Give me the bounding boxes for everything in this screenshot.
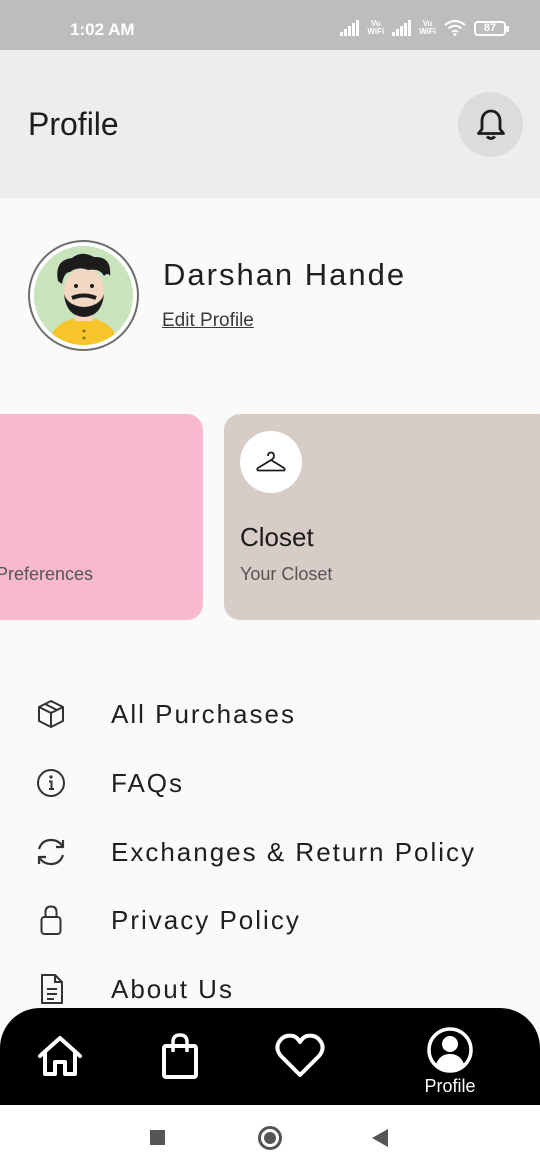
heart-icon [275, 1033, 325, 1077]
card-subtitle: Your Closet [240, 564, 333, 584]
nav-home-button[interactable] [34, 1030, 86, 1082]
menu-label: About Us [111, 973, 234, 1004]
avatar[interactable] [28, 240, 139, 351]
system-home-icon[interactable] [258, 1126, 282, 1150]
wifi-icon [444, 20, 466, 36]
battery-icon: 87 [474, 20, 509, 36]
notifications-button[interactable] [458, 92, 523, 157]
vowifi-label-2: Vo WiFi [419, 19, 436, 36]
avatar-illustration [34, 246, 133, 345]
status-time: 1:02 AM [70, 20, 135, 39]
box-icon [33, 696, 69, 732]
closet-icon-circle [240, 431, 302, 493]
shopping-bag-icon [162, 1033, 198, 1079]
system-back-icon[interactable] [372, 1129, 388, 1147]
menu-item-faqs[interactable]: FAQs [0, 755, 540, 811]
menu-label: FAQs [111, 767, 185, 798]
menu-item-all-purchases[interactable]: All Purchases [0, 686, 540, 742]
menu-label: All Purchases [111, 698, 296, 729]
menu-label: Exchanges & Return Policy [111, 836, 477, 867]
system-nav-bar [0, 1105, 540, 1170]
profile-icon [427, 1026, 473, 1073]
user-name: Darshan Hande [163, 257, 407, 292]
document-icon [33, 971, 69, 1007]
lock-icon [33, 902, 69, 938]
status-bar: 1:02 AM Vo WiFi Vo WiFi 87 [0, 0, 540, 50]
signal-icon [340, 20, 360, 36]
card-title: Closet [240, 522, 314, 552]
hanger-icon [256, 451, 286, 472]
bottom-nav: Profile [0, 1008, 540, 1106]
bell-icon [476, 109, 505, 140]
nav-wishlist-button[interactable] [273, 1030, 327, 1082]
nav-profile-button[interactable]: Profile [412, 1022, 488, 1100]
closet-card[interactable]: Closet Your Closet [224, 414, 540, 620]
menu-item-exchanges[interactable]: Exchanges & Return Policy [0, 824, 540, 880]
refresh-icon [33, 834, 69, 870]
menu-item-privacy-policy[interactable]: Privacy Policy [0, 892, 540, 948]
vowifi-label: Vo WiFi [367, 19, 385, 36]
nav-shop-button[interactable] [154, 1028, 206, 1084]
nav-profile-label: Profile [424, 1075, 476, 1096]
header: Profile [0, 50, 540, 198]
home-icon [38, 1036, 82, 1076]
signal-icon-2 [392, 20, 412, 36]
menu-label: Privacy Policy [111, 904, 301, 935]
card-subtitle: Preferences [0, 564, 94, 584]
info-icon [33, 765, 69, 801]
edit-profile-link[interactable]: Edit Profile [162, 310, 254, 332]
status-icons: Vo WiFi Vo WiFi 87 [340, 19, 509, 36]
recent-apps-icon[interactable] [150, 1130, 165, 1145]
preferences-card[interactable]: Preferences [0, 414, 203, 620]
page-title: Profile [28, 106, 119, 142]
